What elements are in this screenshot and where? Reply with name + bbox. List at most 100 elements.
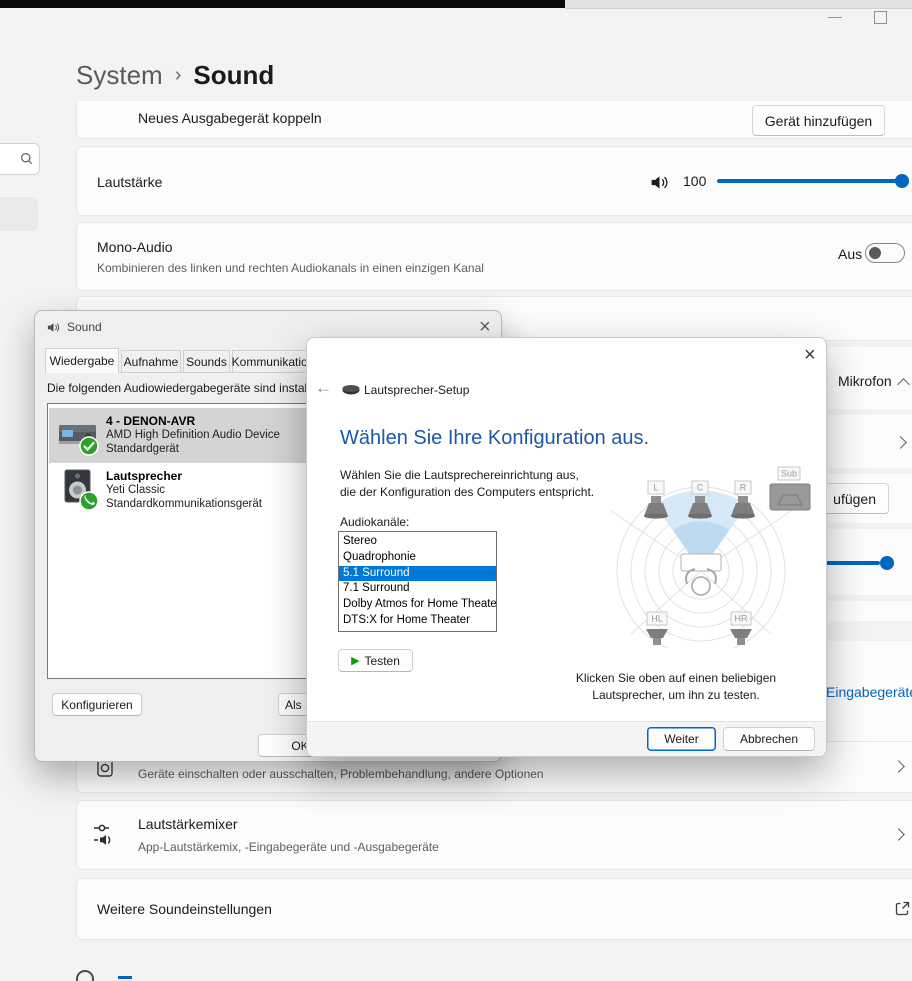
device-detail: AMD High Definition Audio Device bbox=[106, 429, 280, 441]
chevron-up-icon[interactable] bbox=[897, 378, 910, 391]
close-icon[interactable]: × bbox=[804, 345, 816, 365]
svg-text:Sub: Sub bbox=[781, 469, 797, 479]
channel-option[interactable]: 7.1 Surround bbox=[339, 581, 496, 597]
next-button[interactable]: Weiter bbox=[647, 727, 716, 751]
channel-option[interactable]: Dolby Atmos for Home Theater bbox=[339, 597, 496, 613]
pair-output-device-row: Neues Ausgabegerät koppeln Gerät hinzufü… bbox=[76, 101, 912, 139]
tab-aufnahme[interactable]: Aufnahme bbox=[121, 350, 181, 373]
tab-sounds[interactable]: Sounds bbox=[183, 350, 230, 373]
mono-audio-toggle[interactable] bbox=[865, 243, 905, 263]
sidebar-selected-item[interactable] bbox=[0, 197, 38, 231]
test-button-label: Testen bbox=[364, 653, 400, 668]
test-hint-text: Klicken Sie oben auf einen beliebigen La… bbox=[575, 671, 777, 702]
configure-button[interactable]: Konfigurieren bbox=[52, 693, 142, 716]
wizard-footer: Weiter Abbrechen bbox=[307, 721, 826, 756]
desk bbox=[680, 553, 722, 572]
device-status: Standardkommunikationsgerät bbox=[106, 498, 262, 510]
play-icon: ▶ bbox=[351, 655, 360, 667]
input-slider-track-fragment[interactable] bbox=[818, 561, 880, 565]
all-devices-subtitle: Geräte einschalten oder ausschalten, Pro… bbox=[138, 767, 544, 781]
wizard-title: Lautsprecher-Setup bbox=[364, 383, 470, 397]
maximize-icon[interactable] bbox=[874, 11, 887, 24]
help-link-fragment bbox=[118, 976, 132, 979]
help-icon[interactable] bbox=[76, 970, 94, 981]
front-speakers[interactable]: L C R bbox=[644, 480, 755, 519]
channels-label: Audiokanäle: bbox=[340, 515, 410, 529]
more-sound-settings-title: Weitere Soundeinstellungen bbox=[97, 901, 272, 917]
row-fragment-3 bbox=[818, 529, 912, 595]
channel-option[interactable]: Quadrophonie bbox=[339, 550, 496, 566]
subwoofer[interactable]: Sub bbox=[769, 466, 811, 511]
settings-window: — System › Sound Neues Ausgabegerät kopp… bbox=[0, 0, 912, 981]
add-device-button[interactable]: Gerät hinzufügen bbox=[752, 105, 885, 136]
breadcrumb-parent[interactable]: System bbox=[76, 60, 163, 91]
default-comm-device-icon bbox=[79, 491, 99, 511]
svg-text:L: L bbox=[653, 483, 658, 493]
volume-mixer-row[interactable]: Lautstärkemixer App-Lautstärkemix, -Eing… bbox=[76, 800, 912, 870]
titlebar-light-strip bbox=[565, 0, 912, 9]
row-fragment-4 bbox=[828, 601, 912, 621]
close-icon[interactable]: × bbox=[479, 317, 491, 337]
default-device-check-icon bbox=[79, 436, 99, 456]
test-button[interactable]: ▶ Testen bbox=[338, 649, 413, 672]
toggle-knob bbox=[869, 247, 881, 259]
sound-dialog-icon bbox=[47, 323, 60, 332]
speaker-volume-icon[interactable] bbox=[649, 172, 670, 193]
mono-audio-title: Mono-Audio bbox=[97, 239, 173, 255]
mikrofon-label: Mikrofon bbox=[838, 373, 892, 389]
mono-toggle-state: Aus bbox=[838, 246, 863, 262]
eingabegeraete-link-fragment[interactable]: Eingabegeräte bbox=[826, 684, 912, 700]
wizard-heading: Wählen Sie Ihre Konfiguration aus. bbox=[340, 427, 650, 449]
mono-audio-row: Mono-Audio Kombinieren des linken und re… bbox=[76, 222, 912, 291]
chevron-right-icon bbox=[892, 828, 905, 841]
playback-intro-text: Die folgenden Audiowiedergabegeräte sind… bbox=[47, 381, 330, 395]
device-detail: Yeti Classic bbox=[106, 484, 166, 496]
device-name: Lautsprecher bbox=[106, 469, 183, 483]
row-fragment-2: ufügen bbox=[780, 474, 912, 523]
speaker-layout-diagram[interactable]: L C R Sub HL HR bbox=[603, 456, 818, 648]
sound-dialog-title: Sound bbox=[67, 320, 102, 334]
channel-option[interactable]: Stereo bbox=[339, 534, 496, 550]
row-fragment-1[interactable] bbox=[828, 415, 912, 468]
breadcrumb-separator-icon: › bbox=[174, 64, 182, 86]
svg-text:R: R bbox=[740, 483, 747, 493]
chevron-right-icon bbox=[894, 436, 907, 449]
speaker-setup-wizard: × ← Lautsprecher-Setup Wählen Sie Ihre K… bbox=[306, 337, 827, 757]
cancel-button[interactable]: Abbrechen bbox=[723, 727, 815, 751]
breadcrumb: System › Sound bbox=[76, 60, 274, 91]
wizard-description: Wählen Sie die Lautsprechereinrichtung a… bbox=[340, 468, 595, 499]
volume-slider-track[interactable] bbox=[717, 179, 907, 183]
channel-option-selected[interactable]: 5.1 Surround bbox=[339, 565, 496, 582]
channel-option[interactable]: DTS:X for Home Theater bbox=[339, 613, 496, 629]
wizard-speaker-icon bbox=[342, 385, 360, 395]
search-icon bbox=[21, 153, 33, 165]
input-slider-thumb[interactable] bbox=[880, 556, 894, 570]
volume-slider-thumb[interactable] bbox=[895, 174, 909, 188]
volume-value: 100 bbox=[683, 173, 707, 189]
minimize-icon[interactable]: — bbox=[828, 8, 842, 24]
tab-wiedergabe[interactable]: Wiedergabe bbox=[45, 348, 119, 373]
volume-mixer-icon bbox=[94, 824, 111, 845]
mikrofon-row-fragment[interactable]: Mikrofon bbox=[828, 347, 912, 409]
sidebar-search-input[interactable] bbox=[0, 143, 40, 175]
device-status: Standardgerät bbox=[106, 443, 179, 455]
channels-listbox[interactable]: Stereo Quadrophonie 5.1 Surround 7.1 Sur… bbox=[338, 531, 497, 632]
volume-row: Lautstärke 100 bbox=[76, 146, 912, 216]
more-sound-settings-row[interactable]: Weitere Soundeinstellungen bbox=[76, 878, 912, 940]
row-fragment-5: Eingabegeräte bbox=[826, 641, 912, 757]
device-name: 4 - DENON-AVR bbox=[106, 414, 196, 428]
back-arrow-icon[interactable]: ← bbox=[315, 378, 332, 398]
svg-text:HL: HL bbox=[651, 614, 663, 624]
volume-mixer-subtitle: App-Lautstärkemix, -Eingabegeräte und -A… bbox=[138, 840, 439, 854]
pair-output-label: Neues Ausgabegerät koppeln bbox=[138, 110, 322, 126]
page-title: Sound bbox=[193, 60, 275, 90]
tab-kommunikation[interactable]: Kommunikation bbox=[232, 350, 314, 373]
titlebar-dark-strip bbox=[0, 0, 565, 8]
mono-audio-subtitle: Kombinieren des linken und rechten Audio… bbox=[97, 261, 484, 275]
external-link-icon bbox=[895, 901, 910, 916]
svg-text:C: C bbox=[697, 483, 704, 493]
volume-mixer-title: Lautstärkemixer bbox=[138, 816, 238, 832]
chevron-right-icon bbox=[892, 760, 905, 773]
volume-label: Lautstärke bbox=[97, 174, 163, 190]
svg-text:HR: HR bbox=[735, 614, 748, 624]
